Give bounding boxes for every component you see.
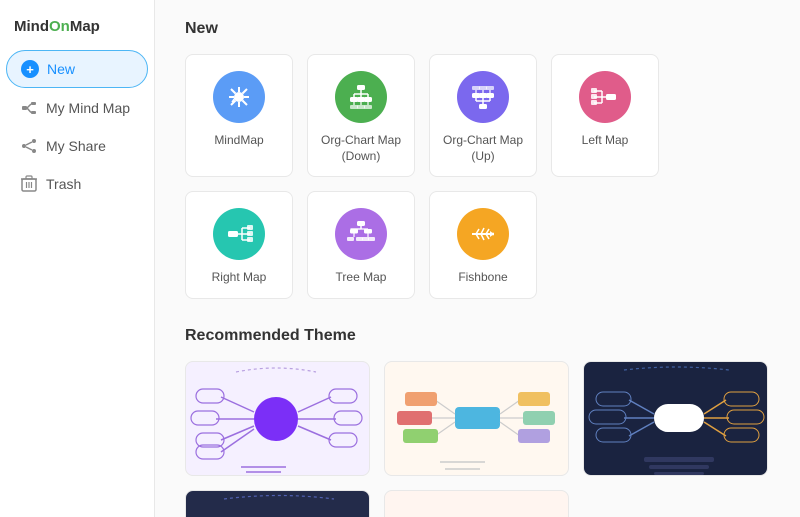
map-card-left[interactable]: Left Map [551, 54, 659, 177]
trash-icon [20, 175, 38, 193]
map-types-grid: MindMap [185, 54, 770, 299]
theme-section-title: Recommended Theme [185, 327, 770, 345]
theme-card-2[interactable] [384, 361, 569, 476]
org-up-icon-circle [457, 71, 509, 123]
sidebar-item-my-share[interactable]: My Share [6, 128, 148, 164]
map-card-tree[interactable]: Tree Map [307, 191, 415, 299]
mindmap-label: MindMap [214, 133, 263, 149]
new-section-title: New [185, 20, 770, 38]
tree-map-label: Tree Map [336, 270, 387, 286]
themes-grid [185, 361, 770, 517]
map-card-fishbone[interactable]: Fishbone [429, 191, 537, 299]
new-icon: + [21, 60, 39, 78]
sidebar-item-trash[interactable]: Trash [6, 166, 148, 202]
sidebar-item-my-mind-map[interactable]: My Mind Map [6, 90, 148, 126]
mind-map-icon [20, 99, 38, 117]
logo: MindOnMap [0, 10, 154, 49]
right-map-label: Right Map [212, 270, 267, 286]
left-map-label: Left Map [582, 133, 629, 149]
theme-card-5[interactable] [384, 490, 569, 517]
main-content: New MindMap [155, 0, 800, 517]
logo-on: On [49, 18, 70, 35]
logo-map: Map [70, 18, 100, 35]
sidebar-item-new-label: New [47, 61, 75, 77]
sidebar-item-my-share-label: My Share [46, 138, 106, 154]
mindmap-icon-circle [213, 71, 265, 123]
theme-card-1[interactable] [185, 361, 370, 476]
map-card-org-down[interactable]: Org-Chart Map (Down) [307, 54, 415, 177]
theme-card-4[interactable] [185, 490, 370, 517]
theme-card-3[interactable] [583, 361, 768, 476]
sidebar: MindOnMap + New My Mind Map [0, 0, 155, 517]
right-map-icon-circle [213, 208, 265, 260]
map-card-right[interactable]: Right Map [185, 191, 293, 299]
map-card-mindmap[interactable]: MindMap [185, 54, 293, 177]
sidebar-item-new[interactable]: + New [6, 50, 148, 88]
logo-mind: Mind [14, 18, 49, 35]
fishbone-label: Fishbone [458, 270, 507, 286]
org-down-icon-circle [335, 71, 387, 123]
fishbone-icon-circle [457, 208, 509, 260]
sidebar-item-trash-label: Trash [46, 176, 81, 192]
org-up-label: Org-Chart Map (Up) [440, 133, 526, 164]
left-map-icon-circle [579, 71, 631, 123]
share-icon [20, 137, 38, 155]
tree-map-icon-circle [335, 208, 387, 260]
org-down-label: Org-Chart Map (Down) [318, 133, 404, 164]
sidebar-item-my-mind-map-label: My Mind Map [46, 100, 130, 116]
map-card-org-up[interactable]: Org-Chart Map (Up) [429, 54, 537, 177]
